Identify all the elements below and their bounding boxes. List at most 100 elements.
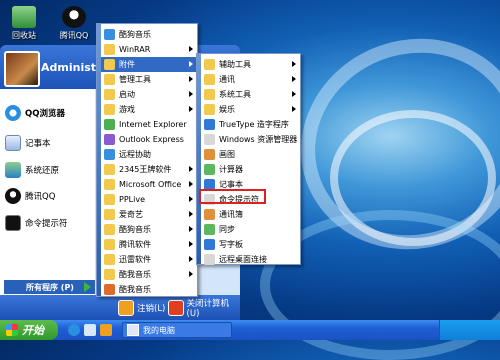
menu-item-label: 迅雷软件	[119, 255, 151, 264]
menu-item-label: 酷我音乐	[119, 285, 151, 294]
submenu-arrow-icon	[292, 106, 296, 112]
programs-menu-item[interactable]: PPLive	[101, 192, 197, 207]
menu-item-label: PPLive	[119, 195, 145, 204]
menu-item-label: 启动	[119, 90, 135, 99]
programs-menu-item[interactable]: 附件	[101, 57, 197, 72]
menu-item-label: 系统工具	[219, 90, 251, 99]
folder-icon	[104, 44, 115, 55]
programs-menu-item[interactable]: 管理工具	[101, 72, 197, 87]
submenu-arrow-icon	[189, 256, 193, 262]
accessories-menu-item[interactable]: 写字板	[201, 237, 300, 252]
logoff-button[interactable]: 注销(L)	[118, 299, 165, 317]
accessories-menu-item[interactable]: TrueType 造字程序	[201, 117, 300, 132]
submenu-arrow-icon	[189, 181, 193, 187]
menu-item-label: Microsoft Office	[119, 180, 182, 189]
submenu-arrow-icon	[189, 61, 193, 67]
programs-menu-item[interactable]: 爱奇艺	[101, 207, 197, 222]
accessories-menu-item[interactable]: 娱乐	[201, 102, 300, 117]
menu-item-label: 辅助工具	[219, 60, 251, 69]
qq-penguin-icon	[5, 188, 21, 204]
submenu-arrow-icon	[189, 226, 193, 232]
menu-item-label: 爱奇艺	[119, 210, 143, 219]
programs-menu-item[interactable]: 启动	[101, 87, 197, 102]
menu-item-label: Windows 资源管理器	[219, 135, 298, 144]
menu-item-label: 附件	[119, 60, 135, 69]
programs-menu-item[interactable]: WinRAR	[101, 42, 197, 57]
menu-item-label: 同步	[219, 225, 235, 234]
shutdown-button[interactable]: 关闭计算机(U)	[168, 299, 240, 319]
accessories-menu-item[interactable]: 计算器	[201, 162, 300, 177]
shutdown-label: 关闭计算机(U)	[186, 299, 230, 319]
programs-menu-item[interactable]: Outlook Express	[101, 132, 197, 147]
folder-icon	[204, 74, 215, 85]
submenu-arrow-icon	[292, 61, 296, 67]
accessories-menu-item[interactable]: 同步	[201, 222, 300, 237]
taskbar-item-label: 我的电脑	[143, 325, 175, 335]
media-quicklaunch-icon[interactable]	[100, 324, 112, 336]
desktop-icon-qq[interactable]: 腾讯QQ	[52, 6, 96, 41]
taskbar-item-my-computer[interactable]: 我的电脑	[122, 322, 232, 338]
programs-menu-item[interactable]: 酷我音乐	[101, 267, 197, 282]
programs-menu-item[interactable]: 腾讯软件	[101, 237, 197, 252]
programs-menu-item[interactable]: Internet Explorer	[101, 117, 197, 132]
pinned-system-restore[interactable]: 系统还原	[5, 160, 95, 180]
folder-icon	[104, 179, 115, 190]
accessories-menu-item[interactable]: 通讯簿	[201, 207, 300, 222]
submenu-arrow-icon	[189, 271, 193, 277]
folder-icon	[104, 59, 115, 70]
pinned-qq-browser[interactable]: QQ浏览器	[5, 103, 95, 123]
all-programs-button[interactable]: 所有程序 (P)	[4, 280, 95, 294]
command-prompt-icon	[5, 215, 21, 231]
folder-icon	[104, 239, 115, 250]
accessories-menu-item[interactable]: 辅助工具	[201, 57, 300, 72]
accessories-menu: 辅助工具通讯系统工具娱乐 TrueType 造字程序 Windows 资源管理器画图…	[196, 53, 301, 265]
programs-menu-item[interactable]: 酷我音乐	[101, 282, 197, 297]
programs-menu-item[interactable]: 游戏	[101, 102, 197, 117]
system-restore-icon	[5, 162, 21, 178]
browser-quicklaunch-icon[interactable]	[68, 324, 80, 336]
pinned-label: 腾讯QQ	[25, 192, 56, 202]
pinned-command-prompt[interactable]: 命令提示符	[5, 213, 95, 233]
pinned-label: 命令提示符	[25, 219, 68, 229]
submenu-arrow-icon	[189, 46, 193, 52]
desktop-icon-label: 回收站	[12, 31, 36, 40]
folder-icon	[204, 89, 215, 100]
folder-icon	[104, 164, 115, 175]
programs-menu-item[interactable]: 酷狗音乐	[101, 222, 197, 237]
pinned-qq[interactable]: 腾讯QQ	[5, 186, 95, 206]
programs-menu-item[interactable]: 2345王牌软件	[101, 162, 197, 177]
start-button[interactable]: 开始	[0, 320, 58, 340]
pinned-label: QQ浏览器	[25, 109, 65, 119]
menu-item-label: 游戏	[119, 105, 135, 114]
program-icon	[104, 134, 115, 145]
programs-menu-item[interactable]: Microsoft Office	[101, 177, 197, 192]
programs-menu-item[interactable]: 迅雷软件	[101, 252, 197, 267]
programs-menu-item[interactable]: 远程协助	[101, 147, 197, 162]
menu-item-label: 写字板	[219, 240, 243, 249]
program-icon	[104, 29, 115, 40]
menu-item-label: 远程协助	[119, 150, 151, 159]
accessories-menu-item[interactable]: 远程桌面连接	[201, 252, 300, 267]
menu-item-label: 通讯	[219, 75, 235, 84]
menu-item-label: 酷狗音乐	[119, 30, 151, 39]
pinned-notepad[interactable]: 记事本	[5, 133, 95, 153]
accessories-menu-item[interactable]: Windows 资源管理器	[201, 132, 300, 147]
program-icon	[204, 134, 215, 145]
desktop-icon-recycle-bin[interactable]: 回收站	[2, 6, 46, 41]
desktop-quicklaunch-icon[interactable]	[84, 324, 96, 336]
accessories-menu-item[interactable]: 画图	[201, 147, 300, 162]
folder-icon	[104, 209, 115, 220]
green-arrow-icon	[84, 282, 91, 292]
pinned-label: 系统还原	[25, 166, 60, 176]
folder-icon	[104, 74, 115, 85]
computer-icon	[127, 324, 139, 336]
programs-menu-item[interactable]: 酷狗音乐	[101, 27, 197, 42]
program-icon	[104, 119, 115, 130]
folder-icon	[104, 269, 115, 280]
accessories-menu-item[interactable]: 系统工具	[201, 87, 300, 102]
menu-item-label: Outlook Express	[119, 135, 184, 144]
accessories-menu-item[interactable]: 通讯	[201, 72, 300, 87]
menu-item-label: 娱乐	[219, 105, 235, 114]
submenu-arrow-icon	[189, 91, 193, 97]
menu-item-label: 腾讯软件	[119, 240, 151, 249]
